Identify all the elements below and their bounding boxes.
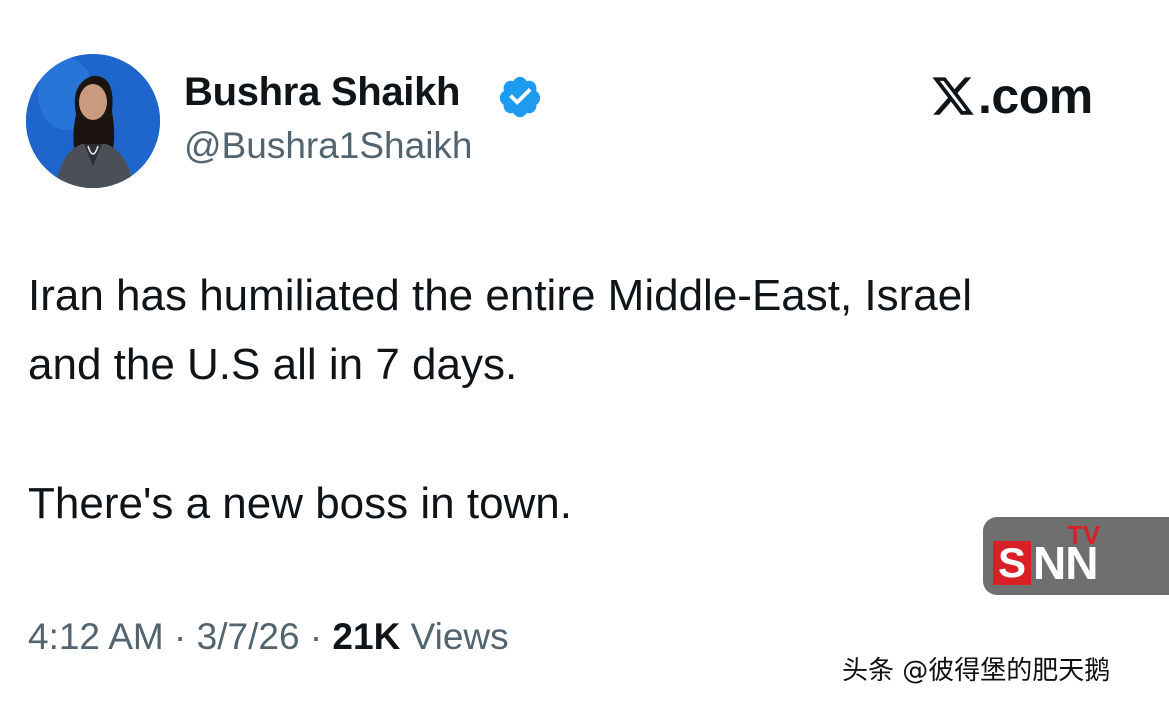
toutiao-watermark: 头条 @彼得堡的肥天鹅 (842, 656, 1111, 686)
tweet-text-line-3: There's a new boss in town. (28, 479, 573, 528)
snn-logo-s: S (993, 541, 1031, 585)
views-count[interactable]: 21K (332, 616, 400, 657)
author-handle[interactable]: @Bushra1Shaikh (184, 125, 473, 167)
x-com-brand: .com (930, 66, 1093, 126)
avatar-image (26, 54, 160, 188)
snn-logo-nn: NN (1033, 537, 1098, 589)
author-name[interactable]: Bushra Shaikh (184, 70, 460, 115)
tweet-text-line-1: Iran has humiliated the entire Middle-Ea… (28, 271, 973, 320)
verified-badge-icon (499, 76, 541, 118)
tweet-date[interactable]: 3/7/26 (197, 616, 300, 657)
avatar[interactable] (26, 54, 160, 188)
views-label[interactable]: Views (411, 616, 509, 657)
meta-separator: · (309, 616, 323, 657)
tweet-meta: 4:12 AM · 3/7/26 · 21K Views (28, 616, 509, 658)
tweet-time[interactable]: 4:12 AM (28, 616, 164, 657)
snn-tv-logo: TV S NN (983, 517, 1169, 595)
tweet-text-line-2: and the U.S all in 7 days. (28, 340, 518, 389)
x-logo-icon (932, 77, 974, 115)
brand-domain-text: .com (978, 68, 1093, 124)
meta-separator: · (174, 616, 187, 657)
